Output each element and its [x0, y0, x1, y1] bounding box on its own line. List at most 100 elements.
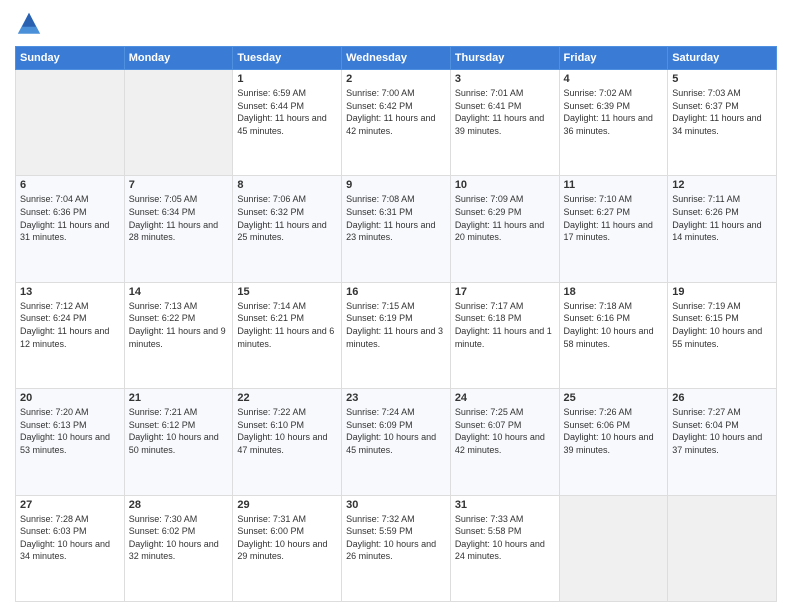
calendar-cell [16, 70, 125, 176]
day-info: Sunrise: 7:24 AM Sunset: 6:09 PM Dayligh… [346, 406, 446, 456]
day-info: Sunrise: 7:04 AM Sunset: 6:36 PM Dayligh… [20, 193, 120, 243]
day-number: 12 [672, 179, 772, 191]
day-number: 5 [672, 73, 772, 85]
day-info: Sunrise: 7:03 AM Sunset: 6:37 PM Dayligh… [672, 87, 772, 137]
calendar-cell: 4 Sunrise: 7:02 AM Sunset: 6:39 PM Daylig… [559, 70, 668, 176]
calendar-week: 6 Sunrise: 7:04 AM Sunset: 6:36 PM Daylig… [16, 176, 777, 282]
day-info: Sunrise: 7:31 AM Sunset: 6:00 PM Dayligh… [237, 513, 337, 563]
calendar-cell: 30 Sunrise: 7:32 AM Sunset: 5:59 PM Dayli… [342, 495, 451, 601]
day-info: Sunrise: 6:59 AM Sunset: 6:44 PM Dayligh… [237, 87, 337, 137]
day-number: 15 [237, 286, 337, 298]
calendar-cell: 25 Sunrise: 7:26 AM Sunset: 6:06 PM Dayli… [559, 389, 668, 495]
weekday-header: Thursday [450, 47, 559, 70]
day-number: 17 [455, 286, 555, 298]
calendar-cell: 28 Sunrise: 7:30 AM Sunset: 6:02 PM Dayli… [124, 495, 233, 601]
calendar-cell: 8Sunrise: 7:06 AM Sunset: 6:32 PM Daylig… [233, 176, 342, 282]
day-number: 1 [237, 73, 337, 85]
day-info: Sunrise: 7:17 AM Sunset: 6:18 PM Dayligh… [455, 300, 555, 350]
day-number: 21 [129, 392, 229, 404]
day-info: Sunrise: 7:01 AM Sunset: 6:41 PM Dayligh… [455, 87, 555, 137]
day-number: 14 [129, 286, 229, 298]
weekday-header: Wednesday [342, 47, 451, 70]
day-info: Sunrise: 7:02 AM Sunset: 6:39 PM Dayligh… [564, 87, 664, 137]
day-number: 13 [20, 286, 120, 298]
calendar-cell: 14 Sunrise: 7:13 AM Sunset: 6:22 PM Dayli… [124, 282, 233, 388]
weekday-header: Saturday [668, 47, 777, 70]
calendar-week: 20 Sunrise: 7:20 AM Sunset: 6:13 PM Dayli… [16, 389, 777, 495]
day-number: 30 [346, 499, 446, 511]
day-info: Sunrise: 7:25 AM Sunset: 6:07 PM Dayligh… [455, 406, 555, 456]
calendar-cell [668, 495, 777, 601]
day-info: Sunrise: 7:33 AM Sunset: 5:58 PM Dayligh… [455, 513, 555, 563]
day-info: Sunrise: 7:08 AM Sunset: 6:31 PM Dayligh… [346, 193, 446, 243]
calendar-week: 1 Sunrise: 6:59 AM Sunset: 6:44 PM Daylig… [16, 70, 777, 176]
calendar-cell: 1 Sunrise: 6:59 AM Sunset: 6:44 PM Daylig… [233, 70, 342, 176]
day-number: 31 [455, 499, 555, 511]
calendar-cell: 22 Sunrise: 7:22 AM Sunset: 6:10 PM Dayli… [233, 389, 342, 495]
day-number: 23 [346, 392, 446, 404]
day-info: Sunrise: 7:15 AM Sunset: 6:19 PM Dayligh… [346, 300, 446, 350]
day-number: 20 [20, 392, 120, 404]
calendar-cell: 26 Sunrise: 7:27 AM Sunset: 6:04 PM Dayli… [668, 389, 777, 495]
day-info: Sunrise: 7:20 AM Sunset: 6:13 PM Dayligh… [20, 406, 120, 456]
day-info: Sunrise: 7:27 AM Sunset: 6:04 PM Dayligh… [672, 406, 772, 456]
day-number: 22 [237, 392, 337, 404]
day-number: 10 [455, 179, 555, 191]
day-number: 9 [346, 179, 446, 191]
day-number: 4 [564, 73, 664, 85]
day-info: Sunrise: 7:06 AM Sunset: 6:32 PM Dayligh… [237, 193, 337, 243]
day-info: Sunrise: 7:22 AM Sunset: 6:10 PM Dayligh… [237, 406, 337, 456]
day-number: 6 [20, 179, 120, 191]
day-info: Sunrise: 7:32 AM Sunset: 5:59 PM Dayligh… [346, 513, 446, 563]
day-number: 19 [672, 286, 772, 298]
calendar-cell: 15Sunrise: 7:14 AM Sunset: 6:21 PM Dayli… [233, 282, 342, 388]
day-info: Sunrise: 7:11 AM Sunset: 6:26 PM Dayligh… [672, 193, 772, 243]
calendar-week: 13 Sunrise: 7:12 AM Sunset: 6:24 PM Dayli… [16, 282, 777, 388]
weekday-header: Monday [124, 47, 233, 70]
day-info: Sunrise: 7:26 AM Sunset: 6:06 PM Dayligh… [564, 406, 664, 456]
day-info: Sunrise: 7:12 AM Sunset: 6:24 PM Dayligh… [20, 300, 120, 350]
day-info: Sunrise: 7:28 AM Sunset: 6:03 PM Dayligh… [20, 513, 120, 563]
calendar-cell: 13 Sunrise: 7:12 AM Sunset: 6:24 PM Dayli… [16, 282, 125, 388]
day-info: Sunrise: 7:19 AM Sunset: 6:15 PM Dayligh… [672, 300, 772, 350]
day-number: 11 [564, 179, 664, 191]
calendar-cell: 23 Sunrise: 7:24 AM Sunset: 6:09 PM Dayli… [342, 389, 451, 495]
calendar-cell [124, 70, 233, 176]
weekday-header: Sunday [16, 47, 125, 70]
calendar-cell: 7Sunrise: 7:05 AM Sunset: 6:34 PM Daylig… [124, 176, 233, 282]
day-number: 18 [564, 286, 664, 298]
day-number: 2 [346, 73, 446, 85]
day-number: 25 [564, 392, 664, 404]
calendar-cell: 19 Sunrise: 7:19 AM Sunset: 6:15 PM Dayli… [668, 282, 777, 388]
calendar-cell: 3 Sunrise: 7:01 AM Sunset: 6:41 PM Daylig… [450, 70, 559, 176]
day-number: 28 [129, 499, 229, 511]
calendar-body: 1 Sunrise: 6:59 AM Sunset: 6:44 PM Daylig… [16, 70, 777, 602]
day-number: 16 [346, 286, 446, 298]
calendar-cell: 29Sunrise: 7:31 AM Sunset: 6:00 PM Dayli… [233, 495, 342, 601]
day-number: 26 [672, 392, 772, 404]
header [15, 10, 777, 38]
calendar-cell: 10 Sunrise: 7:09 AM Sunset: 6:29 PM Dayli… [450, 176, 559, 282]
day-info: Sunrise: 7:05 AM Sunset: 6:34 PM Dayligh… [129, 193, 229, 243]
day-number: 3 [455, 73, 555, 85]
calendar-cell: 31 Sunrise: 7:33 AM Sunset: 5:58 PM Dayli… [450, 495, 559, 601]
day-info: Sunrise: 7:21 AM Sunset: 6:12 PM Dayligh… [129, 406, 229, 456]
calendar-header: SundayMondayTuesdayWednesdayThursdayFrid… [16, 47, 777, 70]
day-info: Sunrise: 7:10 AM Sunset: 6:27 PM Dayligh… [564, 193, 664, 243]
day-info: Sunrise: 7:30 AM Sunset: 6:02 PM Dayligh… [129, 513, 229, 563]
weekday-header: Friday [559, 47, 668, 70]
calendar-table: SundayMondayTuesdayWednesdayThursdayFrid… [15, 46, 777, 602]
calendar-cell [559, 495, 668, 601]
calendar-cell: 24 Sunrise: 7:25 AM Sunset: 6:07 PM Dayli… [450, 389, 559, 495]
calendar-cell: 5 Sunrise: 7:03 AM Sunset: 6:37 PM Daylig… [668, 70, 777, 176]
day-number: 24 [455, 392, 555, 404]
calendar-cell: 20 Sunrise: 7:20 AM Sunset: 6:13 PM Dayli… [16, 389, 125, 495]
day-info: Sunrise: 7:13 AM Sunset: 6:22 PM Dayligh… [129, 300, 229, 350]
calendar-cell: 2Sunrise: 7:00 AM Sunset: 6:42 PM Daylig… [342, 70, 451, 176]
calendar-cell: 16 Sunrise: 7:15 AM Sunset: 6:19 PM Dayli… [342, 282, 451, 388]
calendar-week: 27Sunrise: 7:28 AM Sunset: 6:03 PM Dayli… [16, 495, 777, 601]
day-info: Sunrise: 7:09 AM Sunset: 6:29 PM Dayligh… [455, 193, 555, 243]
calendar-cell: 6 Sunrise: 7:04 AM Sunset: 6:36 PM Daylig… [16, 176, 125, 282]
calendar-cell: 11 Sunrise: 7:10 AM Sunset: 6:27 PM Dayli… [559, 176, 668, 282]
weekday-row: SundayMondayTuesdayWednesdayThursdayFrid… [16, 47, 777, 70]
